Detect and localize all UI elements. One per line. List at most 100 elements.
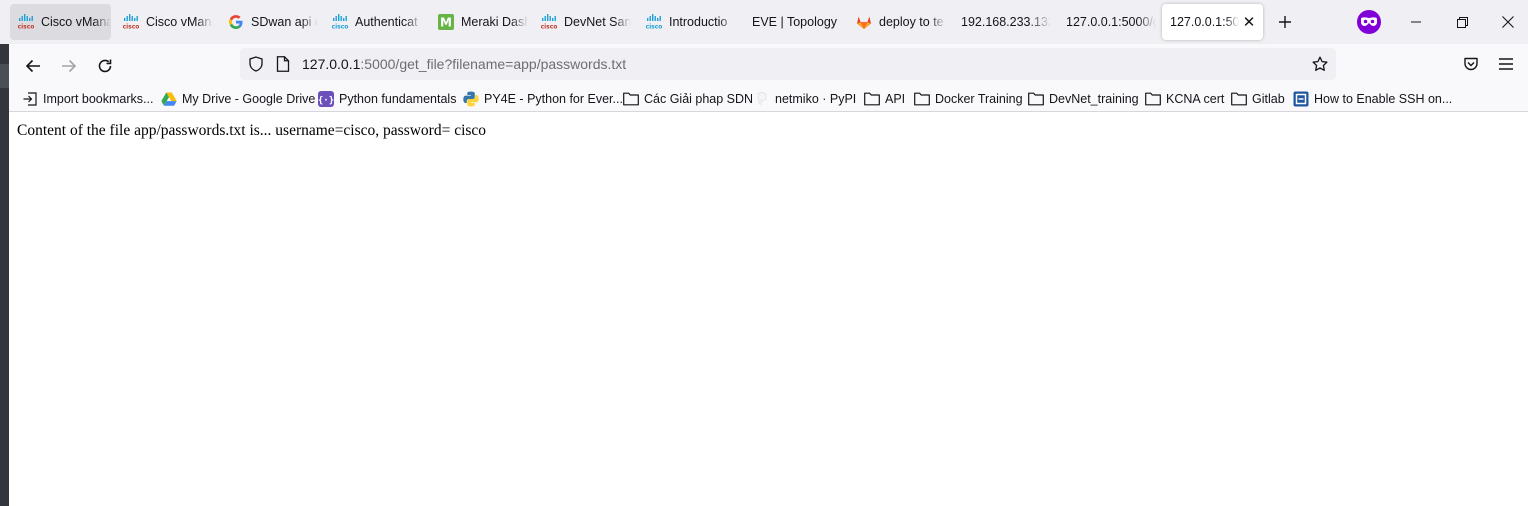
bookmark-netmiko-pypi[interactable]: netmiko · PyPI [754, 89, 856, 109]
blue-square-icon [1293, 91, 1309, 107]
meraki-m-icon: M [438, 14, 454, 30]
bookmark-label: PY4E - Python for Ever... [484, 92, 623, 106]
tab-title: EVE | Topology [752, 15, 838, 29]
bookmark-folder-devnet-training[interactable]: DevNet_training [1028, 89, 1139, 109]
close-icon [1502, 16, 1514, 28]
tab-title: 192.168.233.132 [961, 15, 1051, 29]
pypi-icon [754, 91, 770, 107]
tab-192-168-233-132[interactable]: 192.168.233.132 [953, 4, 1051, 40]
reload-button[interactable] [91, 52, 119, 80]
bookmark-label: Python fundamentals [339, 92, 457, 106]
navigation-toolbar: 127.0.0.1:5000/get_file?filename=app/pas… [9, 44, 1528, 86]
bookmark-folder-sdn[interactable]: Các Giải phap SDN [623, 89, 753, 109]
tab-title: Cisco vManage [146, 15, 213, 29]
back-button[interactable] [19, 52, 47, 80]
gitlab-fox-icon [856, 14, 872, 30]
bookmark-python-fundamentals[interactable]: {·} Python fundamentals [318, 89, 456, 109]
bookmark-label: Docker Training [935, 92, 1023, 106]
tab-title: Cisco vManage [41, 15, 111, 29]
folder-icon [623, 91, 639, 107]
tab-sdwan-api[interactable]: SDwan api d [220, 4, 318, 40]
bookmark-folder-api[interactable]: API [864, 89, 905, 109]
tab-meraki-dashboard[interactable]: M Meraki Dash [430, 4, 528, 40]
page-info-icon[interactable] [276, 56, 290, 72]
bookmark-folder-gitlab[interactable]: Gitlab [1231, 89, 1285, 109]
bookmark-label: KCNA cert [1166, 92, 1225, 106]
bookmark-star-button[interactable] [1310, 54, 1330, 74]
bookmark-label: Các Giải phap SDN [644, 92, 754, 106]
bookmark-label: How to Enable SSH on... [1314, 92, 1453, 106]
private-mask-icon [1361, 17, 1377, 26]
tab-localhost-active[interactable]: 127.0.0.1:5000 ✕ [1162, 4, 1263, 40]
tab-title: 127.0.0.1:5000 [1170, 15, 1239, 29]
python-icon [463, 91, 479, 107]
svg-text:cisco: cisco [332, 24, 348, 31]
restore-button[interactable] [1439, 0, 1485, 44]
tab-devnet-sandbox[interactable]: cisco DevNet San [533, 4, 631, 40]
forward-button[interactable] [55, 52, 83, 80]
arrow-right-icon [62, 59, 77, 73]
cisco-logo-icon: cisco [123, 14, 139, 30]
bookmark-folder-kcna-cert[interactable]: KCNA cert [1145, 89, 1224, 109]
tab-deploy[interactable]: deploy to te [848, 4, 946, 40]
folder-icon [1145, 91, 1161, 107]
cisco-logo-icon: cisco [541, 14, 557, 30]
new-tab-button[interactable] [1274, 11, 1296, 33]
bookmark-label: netmiko · PyPI [775, 92, 857, 106]
plus-icon [1279, 16, 1291, 28]
reload-icon [98, 59, 112, 73]
url-text[interactable]: 127.0.0.1:5000/get_file?filename=app/pas… [302, 56, 626, 72]
private-browsing-indicator [1357, 10, 1381, 34]
url-path: :5000/get_file?filename=app/passwords.tx… [360, 56, 627, 72]
svg-text:{·}: {·} [318, 96, 334, 106]
restore-icon [1456, 16, 1468, 28]
app-menu-button[interactable] [1495, 53, 1517, 75]
bookmark-label: API [885, 92, 906, 106]
bookmark-google-drive[interactable]: My Drive - Google Drive [161, 89, 315, 109]
tab-title: Authenticat [355, 15, 418, 29]
tab-localhost-1[interactable]: 127.0.0.1:5000/g [1058, 4, 1156, 40]
bookmark-folder-docker-training[interactable]: Docker Training [914, 89, 1023, 109]
tab-title: SDwan api d [251, 15, 318, 29]
pocket-icon [1464, 57, 1478, 71]
cisco-logo-icon: cisco [332, 14, 348, 30]
desktop-edge-notch [0, 64, 9, 88]
tab-title: DevNet San [564, 15, 631, 29]
svg-text:cisco: cisco [541, 24, 557, 31]
tab-authentication[interactable]: cisco Authenticat [324, 4, 422, 40]
bookmark-import[interactable]: Import bookmarks... [22, 89, 153, 109]
close-window-button[interactable] [1485, 0, 1528, 44]
minimize-icon [1411, 21, 1421, 23]
shield-icon[interactable] [248, 56, 264, 72]
tab-cisco-vmanage-1[interactable]: cisco Cisco vManage [10, 4, 111, 40]
pocket-button[interactable] [1460, 53, 1482, 75]
arrow-left-icon [25, 59, 40, 73]
svg-text:cisco: cisco [123, 24, 139, 31]
address-bar[interactable]: 127.0.0.1:5000/get_file?filename=app/pas… [240, 48, 1336, 80]
tab-eve-topology[interactable]: EVE | Topology [744, 4, 842, 40]
cisco-logo-icon: cisco [646, 14, 662, 30]
tab-title: deploy to te [879, 15, 944, 29]
desktop-edge [0, 44, 9, 506]
bookmarks-toolbar: Import bookmarks... My Drive - Google Dr… [9, 86, 1528, 112]
folder-icon [1028, 91, 1044, 107]
close-tab-icon[interactable]: ✕ [1241, 14, 1257, 31]
bookmark-label: Import bookmarks... [43, 92, 154, 106]
folder-icon [914, 91, 930, 107]
bookmark-py4e[interactable]: PY4E - Python for Ever... [463, 89, 623, 109]
folder-icon [864, 91, 880, 107]
google-g-icon [228, 14, 244, 30]
bookmark-label: DevNet_training [1049, 92, 1139, 106]
svg-text:cisco: cisco [646, 24, 662, 31]
bookmark-label: Gitlab [1252, 92, 1285, 106]
hamburger-menu-icon [1499, 58, 1513, 70]
import-icon [22, 91, 38, 107]
bookmark-enable-ssh[interactable]: How to Enable SSH on... [1293, 89, 1452, 109]
tab-introduction[interactable]: cisco Introductio [638, 4, 736, 40]
svg-text:cisco: cisco [18, 24, 34, 31]
tab-title: 127.0.0.1:5000/g [1066, 15, 1156, 29]
cisco-logo-icon: cisco [18, 14, 34, 30]
tab-title: Introductio [669, 15, 728, 29]
tab-cisco-vmanage-2[interactable]: cisco Cisco vManage [115, 4, 213, 40]
minimize-button[interactable] [1393, 0, 1439, 44]
